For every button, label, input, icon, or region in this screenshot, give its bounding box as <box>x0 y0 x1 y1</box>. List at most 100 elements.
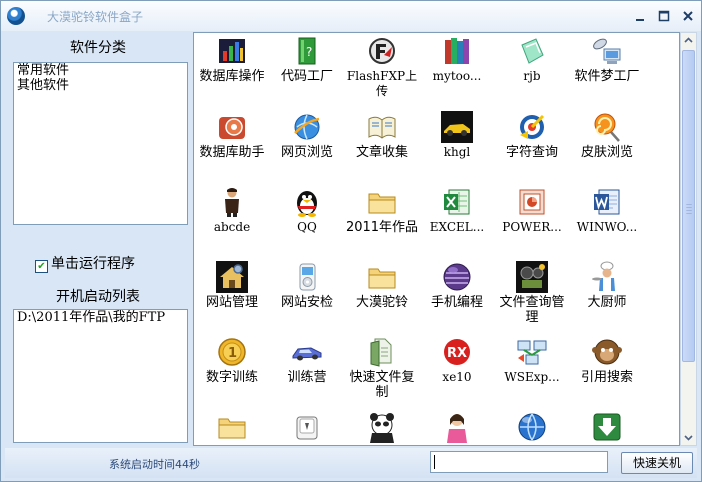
rx-badge-icon: RX <box>444 339 470 365</box>
software-icon-grid: 数据库操作 ? 代码工厂 FlashFXP上传 mytoo... rjb 软件梦… <box>193 32 680 446</box>
left-panel: 软件分类 常用软件 其他软件 ✔ 单击运行程序 开机启动列表 D:\2011年作品… <box>5 32 191 446</box>
chef-icon <box>592 261 615 291</box>
scroll-up-button[interactable] <box>681 33 696 48</box>
command-input[interactable] <box>430 451 608 473</box>
globe-browser-icon <box>294 114 320 140</box>
title-bar[interactable]: 大漠驼铃软件盒子 <box>1 1 701 31</box>
green-book-icon: ? <box>298 37 316 65</box>
app-label: FlashFXP上传 <box>346 69 418 98</box>
app-label: WSExp... <box>504 370 560 384</box>
app-label: 数据库操作 <box>199 69 265 84</box>
folder-icon <box>218 418 246 439</box>
panda-icon <box>370 413 394 443</box>
app-label: khgl <box>443 145 471 159</box>
excel-icon <box>444 189 470 215</box>
file-copy-icon <box>370 338 392 367</box>
app-label: 文件查询管理 <box>499 295 565 325</box>
qq-penguin-icon <box>297 191 317 217</box>
target-arrow-icon <box>520 114 545 139</box>
app-label: 代码工厂 <box>280 69 333 84</box>
app-label: 字符查询 <box>505 145 558 160</box>
app-label: 数据库助手 <box>199 145 265 160</box>
person-icon <box>225 188 239 217</box>
books-icon <box>445 38 469 64</box>
startup-item[interactable]: D:\2011年作品\我的FTP <box>14 310 187 325</box>
category-title: 软件分类 <box>70 40 126 56</box>
gold-coin-icon: 1 <box>218 338 246 366</box>
folder-icon <box>368 193 396 214</box>
word-icon <box>594 189 620 215</box>
app-label: 引用搜索 <box>580 370 633 385</box>
scroll-down-button[interactable] <box>681 430 696 445</box>
open-book-icon <box>368 116 396 139</box>
app-label: mytoo... <box>432 69 482 83</box>
scroll-down-icon <box>684 435 693 441</box>
window-title: 大漠驼铃软件盒子 <box>47 10 144 24</box>
maximize-button[interactable] <box>655 7 673 25</box>
lollipop-icon <box>594 113 620 142</box>
text-caret <box>434 455 435 469</box>
startup-time-status: 系统启动时间44秒 <box>109 458 200 471</box>
category-item[interactable]: 常用软件 <box>14 63 187 78</box>
app-label: 2011年作品 <box>345 220 419 235</box>
grip-icon: — — — — <box>686 201 692 217</box>
app-logo-icon[interactable] <box>7 7 25 25</box>
category-item[interactable]: 其他软件 <box>14 78 187 93</box>
vertical-scrollbar[interactable]: — — — — <box>680 32 697 446</box>
app-label: EXCEL... <box>429 220 485 234</box>
app-label: 训练营 <box>287 370 327 385</box>
database-helper-icon <box>219 117 245 139</box>
powerpoint-icon <box>519 189 545 215</box>
monkey-search-icon <box>592 339 622 365</box>
svg-text:RX: RX <box>447 346 467 361</box>
close-button[interactable] <box>679 7 697 25</box>
startup-list[interactable]: D:\2011年作品\我的FTP <box>13 309 188 443</box>
app-label: POWER... <box>502 220 562 234</box>
scrollbar-thumb[interactable]: — — — — <box>682 50 695 362</box>
ipod-icon <box>299 263 316 291</box>
flashfxp-icon <box>369 38 395 64</box>
quick-shutdown-button[interactable]: 快速关机 <box>621 452 693 474</box>
app-label: 文章收集 <box>355 145 408 160</box>
startup-list-title: 开机启动列表 <box>56 289 140 305</box>
scroll-up-icon <box>684 37 693 43</box>
purple-orb-icon <box>443 263 471 291</box>
download-arrow-icon <box>593 413 621 441</box>
app-label: abcde <box>213 220 251 234</box>
app-window: 大漠驼铃软件盒子 软件分类 常用软件 其他软件 ✔ 单击运行程序 开机启动列表 D… <box>0 0 702 482</box>
blue-car-icon <box>292 347 322 361</box>
database-chart-icon <box>219 39 245 63</box>
app-label: 手机编程 <box>430 295 483 310</box>
satellite-computer-icon <box>593 38 621 64</box>
house-gear-icon <box>216 261 248 293</box>
category-list[interactable]: 常用软件 其他软件 <box>13 62 188 225</box>
app-label: 网站管理 <box>205 295 258 310</box>
app-label: QQ <box>297 220 317 234</box>
folder-icon <box>368 268 396 289</box>
svg-text:?: ? <box>306 45 312 59</box>
app-label: 快速文件复制 <box>349 370 415 400</box>
app-label: 大漠驼铃 <box>355 295 408 310</box>
app-label: 大厨师 <box>587 295 627 310</box>
app-label: 皮肤浏览 <box>580 145 633 160</box>
minimize-button[interactable] <box>631 7 649 25</box>
app-label: 网站安检 <box>280 295 333 310</box>
network-computers-icon <box>517 340 547 365</box>
keyboard-key-icon <box>296 416 318 440</box>
app-label: rjb <box>523 69 541 83</box>
film-reel-icon <box>516 261 548 293</box>
close-icon <box>683 11 693 21</box>
crystal-icon <box>521 38 544 64</box>
maximize-icon <box>658 10 670 22</box>
app-label: WINWO... <box>576 220 638 234</box>
svg-text:1: 1 <box>228 346 237 361</box>
checkbox-label: 单击运行程序 <box>51 256 135 272</box>
run-on-single-click-checkbox[interactable]: ✔ 单击运行程序 <box>35 253 135 273</box>
checkbox-checked-icon[interactable]: ✔ <box>35 260 48 273</box>
app-label: 网页浏览 <box>280 145 333 160</box>
app-label: 软件梦工厂 <box>574 69 640 84</box>
minimize-icon <box>636 19 644 21</box>
sports-car-icon <box>441 111 473 143</box>
app-label: 数字训练 <box>205 370 258 385</box>
girl-icon <box>447 414 467 443</box>
